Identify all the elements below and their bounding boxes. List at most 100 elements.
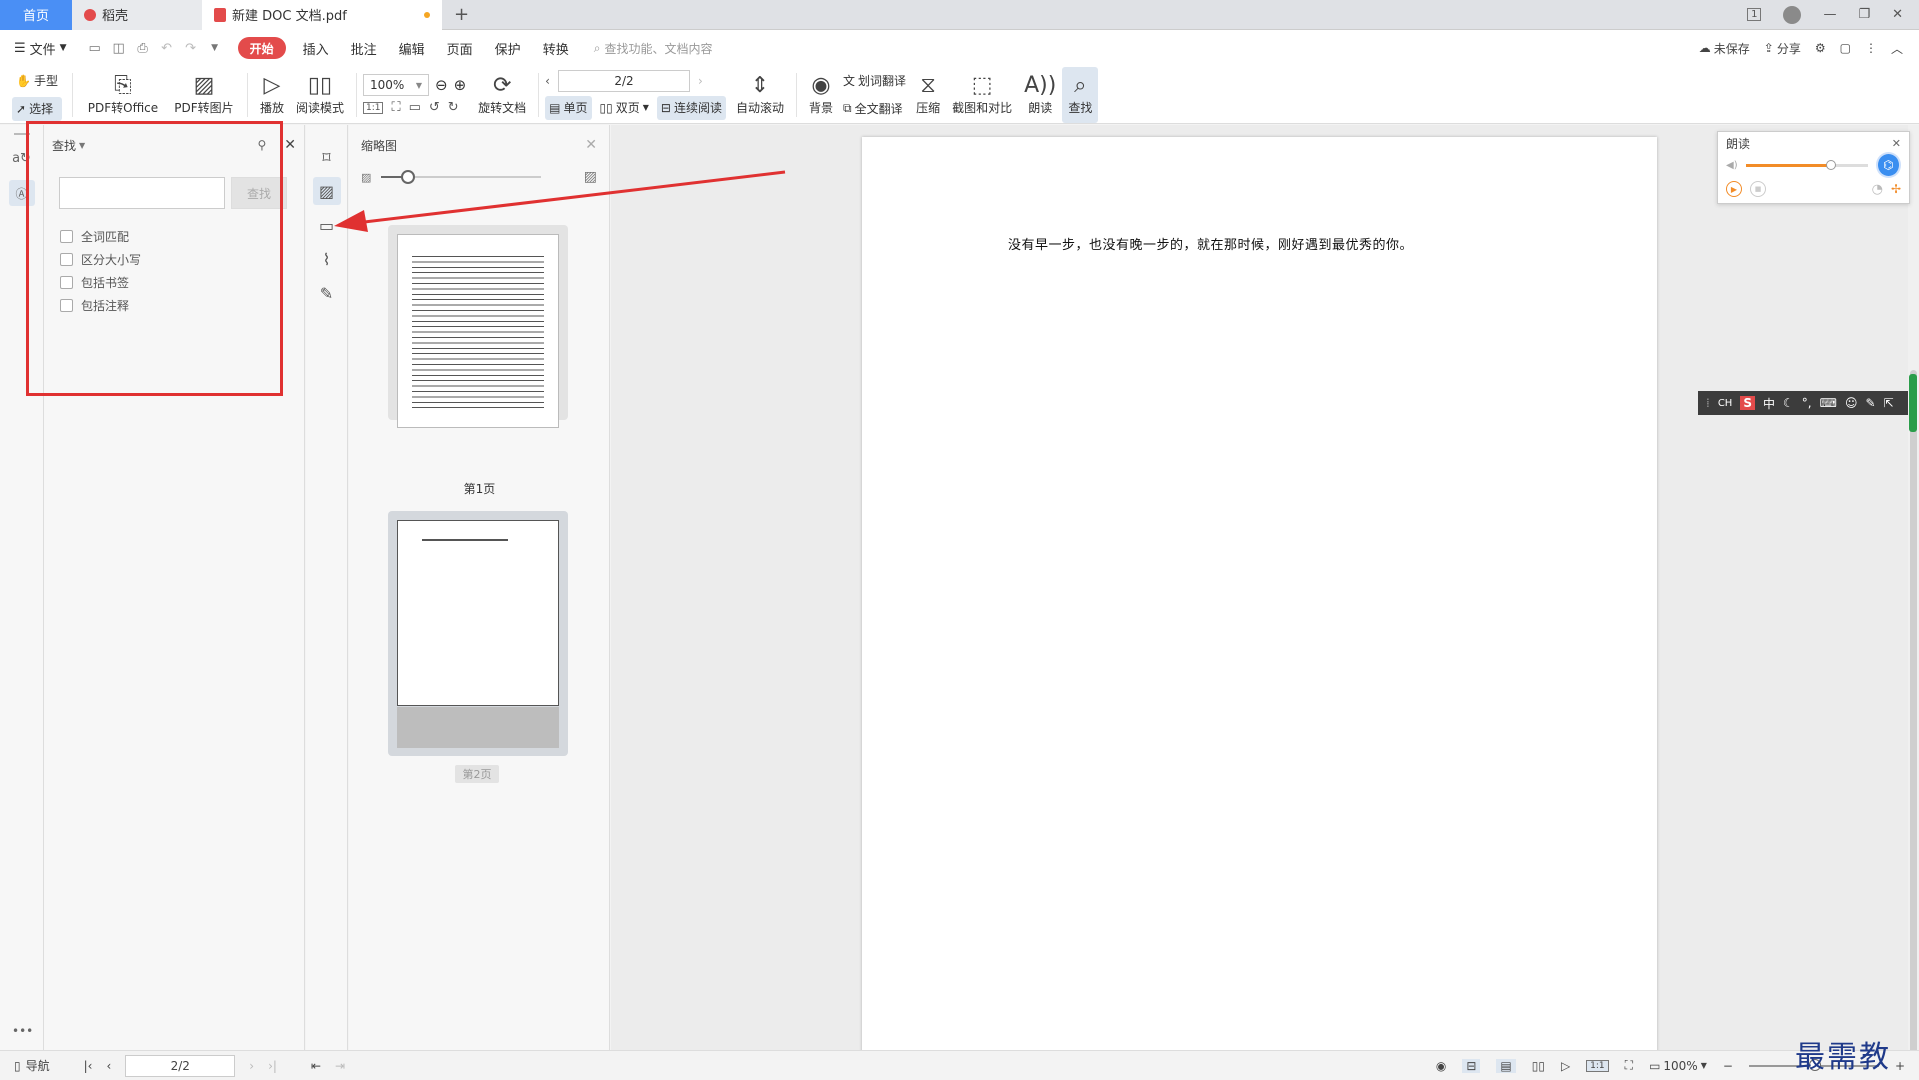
eye-mode-icon[interactable]: ◉ (1436, 1059, 1446, 1073)
word-translate-button[interactable]: 文划词翻译 (839, 69, 910, 93)
pdf-to-office-button[interactable]: ⎘ PDF转Office (79, 67, 167, 123)
find-button[interactable]: ⌕ 查找 (1062, 66, 1099, 123)
undo-icon[interactable]: ↶ (156, 37, 178, 59)
collapse-ribbon-icon[interactable]: ︿ (1891, 40, 1903, 57)
fit-width-icon[interactable]: ▭ (409, 100, 421, 115)
fit-width-status-icon[interactable]: ⊟ (1462, 1058, 1481, 1073)
settings-icon[interactable]: ⚙ (1815, 41, 1826, 55)
status-zoom-select[interactable]: ▭ 100% ▼ (1649, 1059, 1707, 1073)
new-tab-button[interactable]: + (442, 0, 481, 30)
share-button[interactable]: ⇪ 分享 (1764, 40, 1801, 57)
scrollbar-thumb[interactable] (1910, 370, 1917, 1070)
redo-icon[interactable]: ↷ (180, 37, 202, 59)
feature-search[interactable]: ⌕ 查找功能、文档内容 (594, 40, 713, 57)
menu-page[interactable]: 页面 (436, 30, 484, 66)
close-panel-icon[interactable]: ✕ (585, 137, 597, 153)
actual-size-icon[interactable]: 1:1 (363, 101, 384, 114)
moon-icon[interactable]: ☾ (1783, 396, 1794, 410)
voice-settings-icon[interactable]: ⌬ (1875, 152, 1901, 178)
zoom-select[interactable]: 100% ▼ (363, 74, 429, 96)
user-icon[interactable]: ☺ (1845, 396, 1858, 410)
minimize-button[interactable]: — (1823, 7, 1836, 22)
pdf-to-image-button[interactable]: ▨ PDF转图片 (167, 67, 241, 123)
menu-edit[interactable]: 编辑 (388, 30, 436, 66)
rotate-left-icon[interactable]: ↺ (429, 100, 440, 115)
sparkle-icon[interactable]: ✢ (1891, 182, 1901, 196)
signature-icon[interactable]: ✎ (313, 279, 341, 307)
fit-page-icon[interactable]: ⛶ (391, 100, 400, 115)
save-icon[interactable]: ◫ (108, 37, 130, 59)
tab-document[interactable]: 新建 DOC 文档.pdf (202, 0, 442, 30)
rotate-right-icon[interactable]: ↻ (448, 100, 459, 115)
layout-icon[interactable]: 1 (1747, 8, 1762, 21)
tools-icon[interactable]: ✎ (1865, 396, 1875, 410)
hand-tool-button[interactable]: ✋ 手型 (12, 69, 62, 93)
punctuation-icon[interactable]: °, (1802, 396, 1812, 410)
thumbnail-page-2[interactable] (388, 511, 568, 756)
zoom-out-icon[interactable]: ⊖ (435, 76, 448, 94)
restore-button[interactable]: ❐ (1858, 7, 1870, 22)
screenshot-compare-button[interactable]: ⬚ 截图和对比 (946, 67, 1018, 123)
play-icon[interactable]: ▶ (1726, 181, 1742, 197)
volume-icon[interactable]: ◀) (1726, 160, 1738, 171)
last-page-icon[interactable]: ›| (268, 1059, 277, 1073)
background-button[interactable]: ◉ 背景 (803, 67, 839, 123)
zoom-in-icon[interactable]: ⊕ (454, 76, 467, 94)
open-folder-icon[interactable]: ▭ (84, 37, 106, 59)
customize-dropdown-icon[interactable]: ▼ (204, 37, 226, 59)
auto-scroll-button[interactable]: ⇕ 自动滚动 (730, 67, 790, 123)
expand-icon[interactable]: ⇱ (1884, 396, 1894, 410)
ime-language[interactable]: CH (1718, 398, 1733, 409)
read-aloud-button[interactable]: A)) 朗读 (1018, 67, 1062, 123)
speed-icon[interactable]: ◔ (1872, 182, 1883, 197)
close-window-button[interactable]: ✕ (1892, 7, 1903, 22)
read-mode-button[interactable]: ▯▯ 阅读模式 (290, 67, 350, 123)
zoom-out-status-icon[interactable]: − (1723, 1059, 1733, 1073)
user-avatar[interactable] (1783, 5, 1802, 24)
play-button[interactable]: ▷ 播放 (254, 67, 290, 123)
menu-convert[interactable]: 转换 (532, 30, 580, 66)
continuous-read-button[interactable]: ⊟ 连续阅读 (656, 95, 726, 120)
more-options-icon[interactable]: ⋮ (1865, 41, 1877, 55)
first-page-icon[interactable]: |‹ (84, 1059, 93, 1073)
document-page[interactable]: 没有早一步，也没有晚一步的，就在那时候，刚好遇到最优秀的你。 (862, 137, 1657, 1052)
more-icon[interactable]: ••• (12, 1024, 33, 1038)
page-number-input[interactable]: 2/2 (557, 69, 690, 92)
actual-size-status-icon[interactable]: 1:1 (1586, 1059, 1609, 1072)
back-icon[interactable]: ⇤ (311, 1059, 321, 1073)
navigation-toggle[interactable]: ▯ 导航 (14, 1057, 50, 1074)
volume-handle[interactable] (1825, 159, 1836, 170)
rotate-document-button[interactable]: ⟳ 旋转文档 (472, 67, 532, 123)
ime-mode[interactable]: 中 (1763, 395, 1775, 412)
forward-icon[interactable]: ⇥ (335, 1059, 345, 1073)
unsaved-status[interactable]: ☁ 未保存 (1699, 40, 1750, 57)
thumbnail-page-1[interactable] (388, 225, 568, 428)
play-status-icon[interactable]: ▷ (1561, 1059, 1570, 1073)
menu-start[interactable]: 开始 (237, 37, 286, 59)
close-widget-icon[interactable]: ✕ (1892, 137, 1901, 150)
print-icon[interactable]: ⎙ (132, 37, 154, 59)
previous-page-icon[interactable]: ‹ (545, 74, 550, 88)
status-page-input[interactable]: 2/2 (125, 1054, 236, 1077)
bookmark-icon[interactable]: ⌑ (313, 143, 341, 171)
stop-icon[interactable]: ■ (1750, 181, 1766, 197)
double-page-status-icon[interactable]: ▯▯ (1532, 1059, 1545, 1073)
fit-page-status-icon[interactable]: ⛶ (1625, 1058, 1633, 1073)
close-panel-icon[interactable]: ✕ (284, 137, 296, 153)
tab-home[interactable]: 首页 (0, 0, 72, 30)
document-text[interactable]: 没有早一步，也没有晚一步的，就在那时候，刚好遇到最优秀的你。 (1008, 234, 1413, 253)
vertical-scrollbar[interactable] (1908, 125, 1919, 1070)
comment-icon[interactable]: ▢ (1840, 41, 1851, 55)
prev-page-icon[interactable]: ‹ (106, 1059, 111, 1073)
menu-insert[interactable]: 插入 (292, 30, 340, 66)
attachment-icon[interactable]: ⌇ (313, 245, 341, 273)
ime-logo-icon[interactable]: S (1740, 396, 1755, 410)
file-menu[interactable]: ☰ 文件 ▼ (0, 30, 78, 66)
double-page-button[interactable]: ▯▯ 双页 ▼ (596, 96, 653, 120)
menu-annotate[interactable]: 批注 (340, 30, 388, 66)
keyboard-icon[interactable]: ⌨ (1820, 396, 1837, 410)
volume-slider[interactable] (1745, 159, 1868, 170)
tab-shell[interactable]: 稻壳 (72, 0, 202, 30)
menu-protect[interactable]: 保护 (484, 30, 532, 66)
single-page-button[interactable]: ▤ 单页 (545, 95, 592, 120)
